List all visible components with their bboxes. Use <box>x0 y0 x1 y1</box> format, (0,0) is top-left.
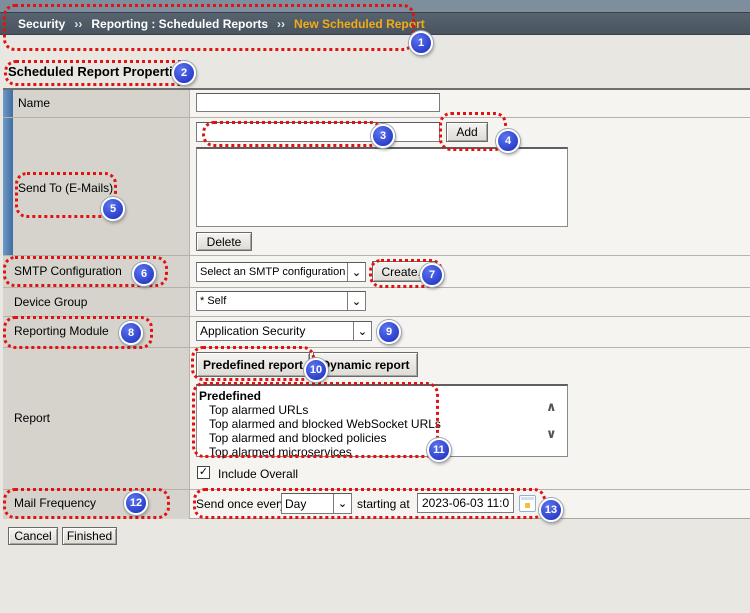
breadcrumb-separator-icon: ›› <box>277 16 286 31</box>
dynamic-report-tab-button[interactable]: Dynamic report <box>313 352 418 377</box>
device-group-label: Device Group <box>14 295 88 309</box>
report-list-item[interactable]: Top alarmed and blocked WebSocket URLs <box>197 417 567 431</box>
row-divider <box>3 316 750 317</box>
reporting-module-selected-value: Application Security <box>200 324 306 338</box>
email-input[interactable] <box>196 122 440 142</box>
reporting-module-select[interactable]: Application Security ⌄ <box>196 321 372 341</box>
add-button[interactable]: Add <box>446 122 488 142</box>
page-title: Scheduled Report Properties <box>8 64 188 79</box>
annotation-badge-7: 7 <box>420 263 444 287</box>
smtp-configuration-select[interactable]: Select an SMTP configuration ⌄ <box>196 262 366 282</box>
reporting-module-label: Reporting Module <box>14 324 109 338</box>
annotation-badge-2: 2 <box>172 61 196 85</box>
required-rows-strip <box>3 90 13 255</box>
annotation-badge-13: 13 <box>539 498 563 522</box>
breadcrumb-separator-icon: ›› <box>74 16 83 31</box>
annotation-badge-12: 12 <box>124 491 148 515</box>
send-once-every-label: Send once every <box>196 497 287 511</box>
row-divider <box>3 117 750 118</box>
annotation-badge-10: 10 <box>304 358 328 382</box>
finished-button[interactable]: Finished <box>62 527 117 545</box>
include-overall-label: Include Overall <box>218 467 299 481</box>
chevron-down-icon: ⌄ <box>353 322 371 340</box>
interval-select[interactable]: Day ⌄ <box>281 493 352 514</box>
smtp-selected-value: Select an SMTP configuration <box>200 266 346 278</box>
row-divider <box>3 287 750 288</box>
calendar-icon-header <box>521 497 534 500</box>
row-divider <box>3 347 750 348</box>
annotation-badge-6: 6 <box>132 262 156 286</box>
scroll-up-icon[interactable]: ∧ <box>546 399 557 415</box>
starting-at-label: starting at <box>357 497 410 511</box>
annotation-badge-1: 1 <box>409 31 433 55</box>
smtp-configuration-label: SMTP Configuration <box>14 264 122 278</box>
start-datetime-input[interactable] <box>417 493 514 513</box>
send-to-label: Send To (E-Mails) <box>18 181 114 195</box>
report-list-item[interactable]: Top alarmed and blocked policies <box>197 431 567 445</box>
annotation-badge-4: 4 <box>496 129 520 153</box>
report-label: Report <box>14 411 51 425</box>
annotation-badge-8: 8 <box>119 321 143 345</box>
predefined-report-tab-button[interactable]: Predefined report <box>196 352 310 377</box>
report-list-item[interactable]: Top alarmed microservices <box>197 445 567 459</box>
breadcrumb-current-page: New Scheduled Report <box>294 16 425 31</box>
device-group-select[interactable]: * Self ⌄ <box>196 291 366 311</box>
checkmark-icon: ✓ <box>198 466 209 478</box>
name-input[interactable] <box>196 93 440 112</box>
chevron-down-icon: ⌄ <box>333 494 351 513</box>
breadcrumb-security[interactable]: Security <box>18 17 65 31</box>
chevron-down-icon: ⌄ <box>347 292 365 310</box>
annotation-badge-9: 9 <box>377 320 401 344</box>
scheduled-report-page: Security ›› Reporting : Scheduled Report… <box>0 0 750 613</box>
calendar-icon[interactable] <box>519 495 536 512</box>
device-group-selected-value: * Self <box>200 295 227 307</box>
delete-button[interactable]: Delete <box>196 232 252 251</box>
interval-selected-value: Day <box>285 496 307 511</box>
mail-frequency-label: Mail Frequency <box>14 496 97 510</box>
breadcrumb-reporting-scheduled-reports[interactable]: Reporting : Scheduled Reports <box>91 17 268 31</box>
recipients-listbox[interactable] <box>196 147 568 227</box>
top-band <box>0 0 750 12</box>
breadcrumb: Security ›› Reporting : Scheduled Report… <box>0 12 750 35</box>
scroll-down-icon[interactable]: ∨ <box>546 426 557 442</box>
report-list-header: Predefined <box>199 389 262 403</box>
row-divider <box>3 489 750 490</box>
annotation-badge-3: 3 <box>371 124 395 148</box>
cancel-button[interactable]: Cancel <box>8 527 58 545</box>
report-listbox[interactable]: Predefined Top alarmed URLs Top alarmed … <box>196 384 568 459</box>
chevron-down-icon: ⌄ <box>347 263 365 281</box>
annotation-badge-5: 5 <box>101 197 125 221</box>
report-list-item[interactable]: Top alarmed URLs <box>197 403 567 417</box>
calendar-icon-dot <box>525 503 530 508</box>
annotation-badge-11: 11 <box>427 438 451 462</box>
name-label: Name <box>18 96 51 110</box>
row-divider <box>3 255 750 256</box>
include-overall-checkbox[interactable]: ✓ <box>197 466 210 479</box>
